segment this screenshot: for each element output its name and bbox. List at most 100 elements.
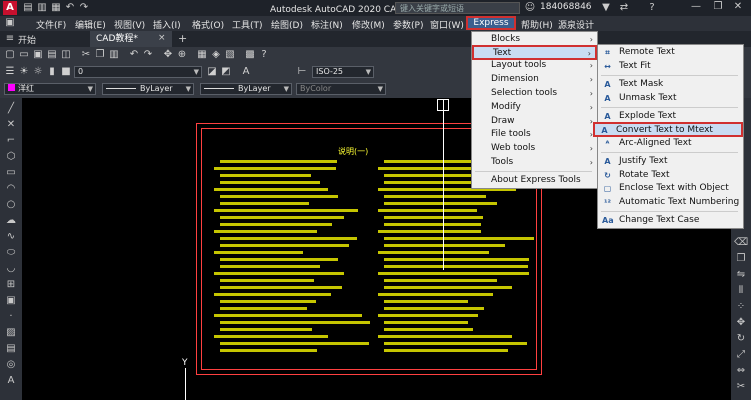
layer-color-icon[interactable]: ■ — [60, 66, 72, 78]
undo-tool-icon[interactable]: ↶ — [128, 49, 140, 61]
express-item-text[interactable]: Text › — [472, 45, 597, 60]
revcloud-icon[interactable]: ☁ — [4, 214, 18, 228]
menu-draw[interactable]: 绘图(D) — [271, 18, 303, 31]
express-item-layout-tools[interactable]: Layout tools › — [472, 59, 597, 73]
text-item-rotate-text[interactable]: ↻ Rotate Text — [598, 169, 743, 183]
express-item-draw[interactable]: Draw › — [472, 115, 597, 129]
new-icon[interactable]: ▢ — [4, 49, 16, 61]
menu-tools[interactable]: 工具(T) — [232, 18, 263, 31]
tab-start[interactable]: 开始 — [18, 33, 36, 46]
plot-icon[interactable]: ▤ — [46, 49, 58, 61]
text-item-remote-text[interactable]: ⌗ Remote Text — [598, 46, 743, 60]
trim-icon[interactable]: ✂ — [734, 380, 748, 394]
plotstyle-dropdown[interactable]: ByColor ▼ — [296, 83, 386, 95]
array-icon[interactable]: ⁘ — [734, 300, 748, 314]
layer-freeze-icon[interactable]: ☼ — [32, 66, 44, 78]
help-tool-icon[interactable]: ? — [258, 49, 270, 61]
open-icon[interactable]: ▤ — [22, 2, 34, 14]
mirror-icon[interactable]: ⇋ — [734, 268, 748, 282]
express-item-about[interactable]: About Express Tools — [472, 174, 597, 188]
make-current-icon[interactable]: ◪ — [206, 66, 218, 78]
scale-icon[interactable]: ⤢ — [734, 348, 748, 362]
express-item-file-tools[interactable]: File tools › — [472, 128, 597, 142]
stretch-icon[interactable]: ⇔ — [734, 364, 748, 378]
search-input[interactable]: 键入关键字或短语 — [395, 2, 520, 14]
text-item-justify-text[interactable]: A Justify Text — [598, 155, 743, 169]
save-file-icon[interactable]: ▣ — [32, 49, 44, 61]
text-item-automatic-numbering[interactable]: ¹² Automatic Text Numbering — [598, 196, 743, 210]
layer-lock-icon[interactable]: ▮ — [46, 66, 58, 78]
move-icon[interactable]: ✥ — [734, 316, 748, 330]
text-item-text-fit[interactable]: ↔ Text Fit — [598, 60, 743, 74]
menu-insert[interactable]: 插入(I) — [153, 18, 181, 31]
tab-close-icon[interactable]: × — [158, 33, 166, 43]
menu-window[interactable]: 窗口(W) — [430, 18, 464, 31]
menu-view[interactable]: 视图(V) — [114, 18, 145, 31]
pan-icon[interactable]: ✥ — [162, 49, 174, 61]
mtext-icon[interactable]: A — [4, 374, 18, 388]
save-icon[interactable]: ▥ — [36, 2, 48, 14]
menu-dimension[interactable]: 标注(N) — [311, 18, 343, 31]
insert-block-icon[interactable]: ⊞ — [4, 278, 18, 292]
menu-parametric[interactable]: 参数(P) — [393, 18, 423, 31]
offset-icon[interactable]: ⫴ — [734, 284, 748, 298]
linetype-dropdown[interactable]: ByLayer ▼ — [102, 83, 194, 95]
layer-on-icon[interactable]: ☀ — [18, 66, 30, 78]
express-item-web-tools[interactable]: Web tools › — [472, 142, 597, 156]
menu-app-icon[interactable]: ▣ — [4, 17, 16, 29]
polygon-icon[interactable]: ⬡ — [4, 150, 18, 164]
print-icon[interactable]: ▦ — [50, 2, 62, 14]
tabs-menu-icon[interactable]: ≡ — [4, 33, 16, 45]
ellipse-arc-icon[interactable]: ◡ — [4, 262, 18, 276]
menu-yuanquan[interactable]: 源泉设计 — [558, 18, 594, 31]
menu-file[interactable]: 文件(F) — [36, 18, 66, 31]
minimize-button[interactable]: — — [690, 1, 702, 13]
zoom-icon[interactable]: ⊕ — [176, 49, 188, 61]
cart-icon[interactable]: ▼ — [600, 2, 612, 14]
open-folder-icon[interactable]: ▭ — [18, 49, 30, 61]
exchange-icon[interactable]: ⇄ — [618, 2, 630, 14]
copy-icon[interactable]: ❐ — [94, 49, 106, 61]
properties-icon[interactable]: ▦ — [196, 49, 208, 61]
color-dropdown[interactable]: 洋红 ▼ — [4, 83, 96, 95]
menu-format[interactable]: 格式(O) — [192, 18, 224, 31]
menu-help[interactable]: 帮助(H) — [521, 18, 553, 31]
cut-icon[interactable]: ✂ — [80, 49, 92, 61]
paste-icon[interactable]: ▥ — [108, 49, 120, 61]
layer-dropdown[interactable]: 0 ▼ — [74, 66, 202, 78]
text-style-icon[interactable]: A — [240, 66, 252, 78]
line-icon[interactable]: ╱ — [4, 102, 18, 116]
gradient-icon[interactable]: ▤ — [4, 342, 18, 356]
express-item-tools[interactable]: Tools › — [472, 156, 597, 170]
hatch-icon[interactable]: ▨ — [4, 326, 18, 340]
close-button[interactable]: ✕ — [732, 1, 744, 13]
polyline-icon[interactable]: ⌐ — [4, 134, 18, 148]
express-item-selection-tools[interactable]: Selection tools › — [472, 87, 597, 101]
spline-icon[interactable]: ∿ — [4, 230, 18, 244]
text-item-enclose-text[interactable]: ▢ Enclose Text with Object — [598, 182, 743, 196]
help-icon[interactable]: ? — [646, 2, 658, 14]
dim-style-icon[interactable]: ⊢ — [296, 66, 308, 78]
menu-modify[interactable]: 修改(M) — [352, 18, 385, 31]
text-item-unmask-text[interactable]: A Unmask Text — [598, 92, 743, 106]
point-icon[interactable]: · — [4, 310, 18, 324]
erase-icon[interactable]: ⌫ — [734, 236, 748, 250]
text-item-arc-aligned-text[interactable]: ᴬ Arc-Aligned Text — [598, 137, 743, 151]
region-icon[interactable]: ◎ — [4, 358, 18, 372]
express-item-modify[interactable]: Modify › — [472, 101, 597, 115]
redo-tool-icon[interactable]: ↷ — [142, 49, 154, 61]
arc-icon[interactable]: ◠ — [4, 182, 18, 196]
menu-edit[interactable]: 编辑(E) — [75, 18, 106, 31]
design-center-icon[interactable]: ◈ — [210, 49, 222, 61]
autocad-logo-icon[interactable]: A — [3, 1, 17, 15]
user-name[interactable]: 184068846 — [540, 2, 592, 12]
rotate-icon[interactable]: ↻ — [734, 332, 748, 346]
preview-icon[interactable]: ◫ — [60, 49, 72, 61]
dimstyle-dropdown[interactable]: ISO-25 ▼ — [312, 66, 374, 78]
express-item-dimension[interactable]: Dimension › — [472, 73, 597, 87]
layer-manager-icon[interactable]: ☰ — [4, 66, 16, 78]
tool-palette-icon[interactable]: ▧ — [224, 49, 236, 61]
text-item-text-mask[interactable]: A Text Mask — [598, 78, 743, 92]
lineweight-dropdown[interactable]: ByLayer ▼ — [200, 83, 292, 95]
redo-icon[interactable]: ↷ — [78, 2, 90, 14]
